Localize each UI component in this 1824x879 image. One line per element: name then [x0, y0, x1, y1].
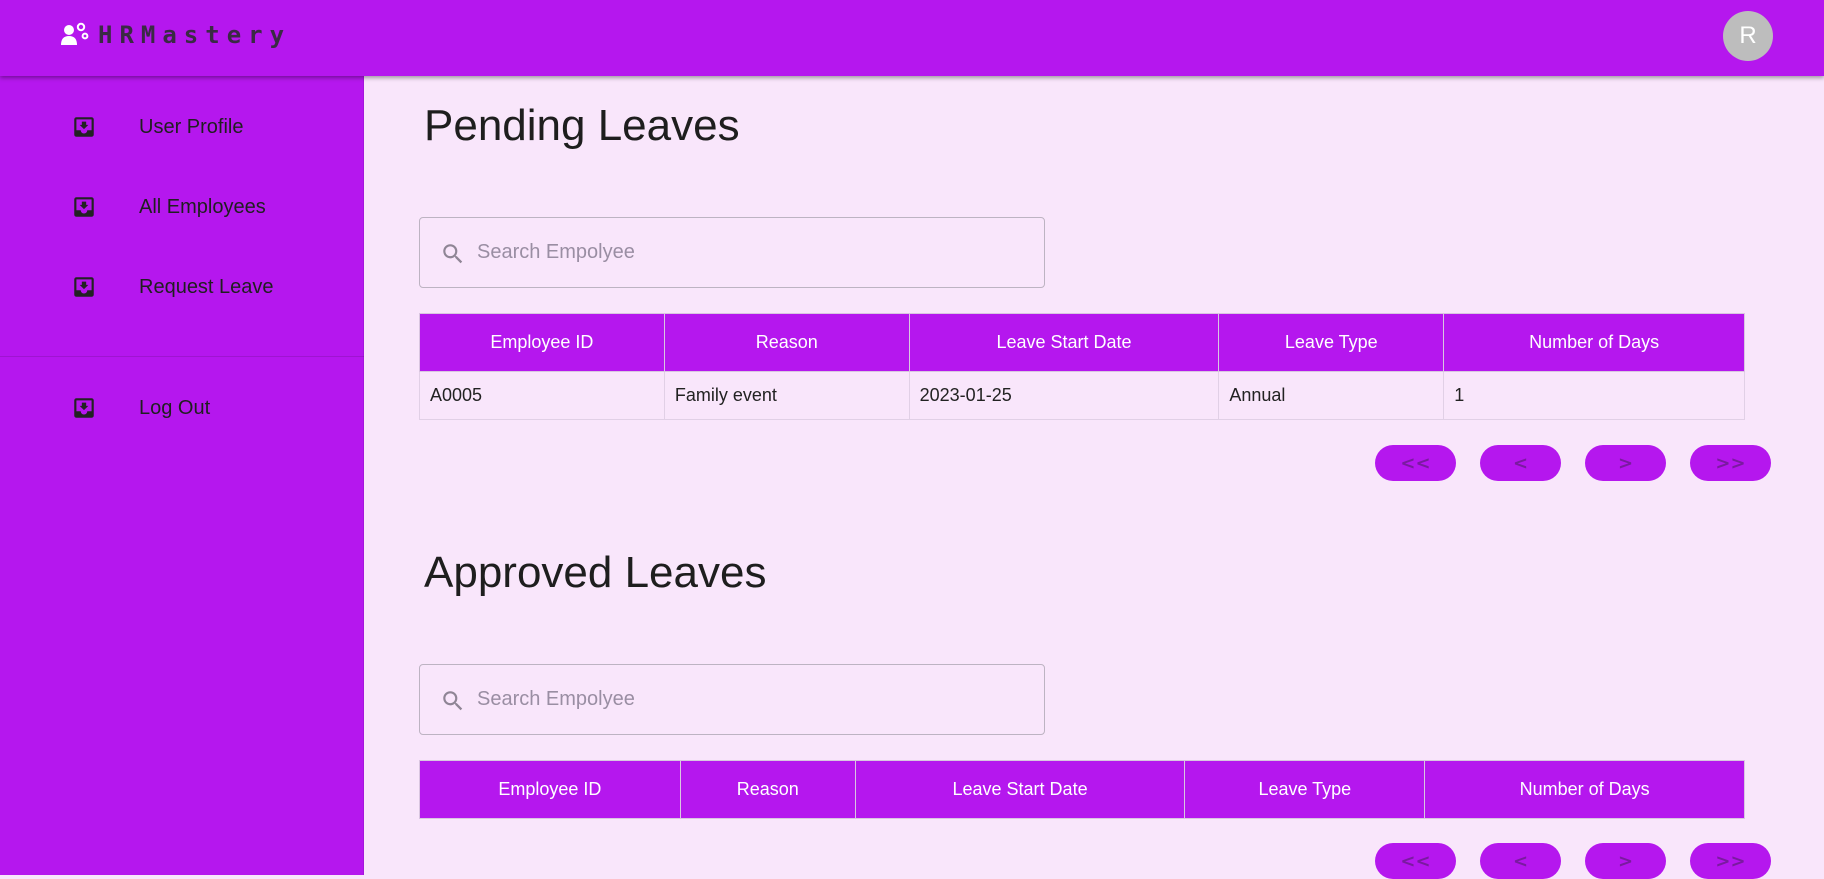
pending-leaves-table: Employee ID Reason Leave Start Date Leav…	[419, 313, 1745, 420]
prev-page-button[interactable]: <	[1480, 843, 1561, 879]
app-name: HRMastery	[98, 21, 292, 49]
inbox-download-icon	[74, 197, 94, 217]
avatar[interactable]: R	[1723, 11, 1773, 61]
sidebar-item-user-profile[interactable]: User Profile	[0, 87, 364, 167]
pending-search-input[interactable]	[477, 218, 1027, 287]
sidebar-item-label: Request Leave	[139, 275, 274, 298]
column-header[interactable]: Employee ID	[419, 313, 665, 372]
column-header[interactable]: Reason	[679, 760, 856, 819]
column-header[interactable]: Number of Days	[1424, 760, 1745, 819]
inbox-download-icon	[74, 117, 94, 137]
table-row[interactable]: A0005 Family event 2023-01-25 Annual 1	[419, 371, 1745, 420]
cell-number-of-days: 1	[1443, 371, 1745, 420]
column-header[interactable]: Leave Start Date	[908, 313, 1220, 372]
pending-pagination: << < > >>	[364, 445, 1824, 481]
next-page-button[interactable]: >	[1585, 445, 1666, 481]
column-header[interactable]: Number of Days	[1443, 313, 1745, 372]
search-icon	[443, 691, 463, 711]
sidebar: User Profile All Employees Request Leave…	[0, 76, 364, 875]
last-page-button[interactable]: >>	[1690, 843, 1771, 879]
approved-search-field[interactable]	[419, 664, 1045, 735]
approved-leaves-table: Employee ID Reason Leave Start Date Leav…	[419, 760, 1745, 819]
next-page-button[interactable]: >	[1585, 843, 1666, 879]
column-header[interactable]: Reason	[663, 313, 910, 372]
column-header[interactable]: Leave Type	[1184, 760, 1426, 819]
inbox-download-icon	[74, 277, 94, 297]
cell-employee-id: A0005	[419, 371, 665, 420]
search-icon	[443, 244, 463, 264]
pending-leaves-title: Pending Leaves	[424, 101, 740, 150]
cell-leave-start-date: 2023-01-25	[908, 371, 1220, 420]
column-header[interactable]: Employee ID	[419, 760, 681, 819]
approved-pagination: << < > >>	[364, 843, 1824, 879]
cell-leave-type: Annual	[1218, 371, 1445, 420]
table-header-row: Employee ID Reason Leave Start Date Leav…	[419, 313, 1745, 372]
main-content: Pending Leaves Employee ID Reason Leave …	[364, 76, 1824, 879]
column-header[interactable]: Leave Start Date	[854, 760, 1186, 819]
sidebar-divider	[0, 356, 364, 357]
sidebar-item-label: User Profile	[139, 115, 244, 138]
approved-leaves-title: Approved Leaves	[424, 548, 767, 597]
column-header[interactable]: Leave Type	[1218, 313, 1445, 372]
inbox-download-icon	[74, 398, 94, 418]
people-gear-icon	[61, 22, 89, 45]
app-logo[interactable]: HRMastery	[60, 18, 291, 52]
sidebar-item-label: All Employees	[139, 195, 266, 218]
first-page-button[interactable]: <<	[1375, 843, 1456, 879]
app-bar: HRMastery R	[0, 0, 1824, 76]
sidebar-item-log-out[interactable]: Log Out	[0, 368, 364, 448]
cell-reason: Family event	[663, 371, 910, 420]
sidebar-item-all-employees[interactable]: All Employees	[0, 167, 364, 247]
first-page-button[interactable]: <<	[1375, 445, 1456, 481]
last-page-button[interactable]: >>	[1690, 445, 1771, 481]
sidebar-item-label: Log Out	[139, 396, 211, 419]
table-header-row: Employee ID Reason Leave Start Date Leav…	[419, 760, 1745, 819]
sidebar-item-request-leave[interactable]: Request Leave	[0, 247, 364, 327]
pending-search-field[interactable]	[419, 217, 1045, 288]
approved-search-input[interactable]	[477, 665, 1027, 734]
prev-page-button[interactable]: <	[1480, 445, 1561, 481]
